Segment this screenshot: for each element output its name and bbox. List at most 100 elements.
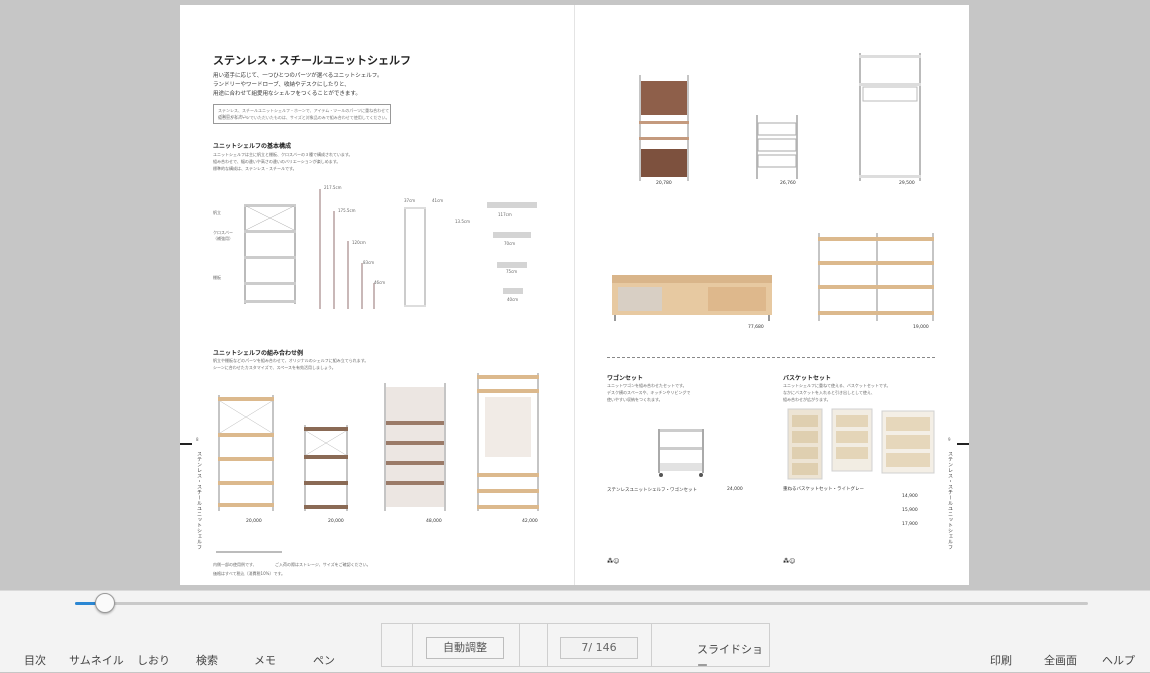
search-button[interactable]: 検索 [196, 652, 218, 668]
page-controls: 自動調整 7/ 146 スライドショー [381, 623, 770, 672]
wagon-image [658, 429, 704, 477]
post-frame-diagram [404, 207, 426, 307]
pen-button[interactable]: ペン [313, 652, 335, 668]
brand-mark: ⁂☺ [783, 558, 796, 565]
wagon-desc: デスク横のスペースや、キッチンやリビングで [607, 390, 691, 395]
brand-mark: ⁂☺ [607, 558, 620, 565]
basket-price: 17,900 [902, 522, 918, 527]
shelf-width-label: 75cm [506, 269, 518, 274]
divider [216, 551, 282, 553]
left-page-number: 8 [196, 437, 199, 442]
basic-desc: 標準的な構成は、ステンレス・スチールです。 [213, 166, 297, 171]
footer-note: ご入荷の際はストレージ、サイズをご確認ください。 [275, 562, 371, 567]
combo-price: 42,000 [522, 519, 538, 524]
viewer-stage: ステンレス・スチールユニットシェルフ 用い道手に応じて、一つひとつのパーツが選べ… [0, 0, 1150, 590]
left-page-tab [180, 443, 192, 445]
viewer-toolbar: 目次 サムネイル しおり 検索 メモ ペン 自動調整 7/ 146 スライドショ… [0, 618, 1150, 672]
help-button[interactable]: ヘルプ [1102, 652, 1135, 668]
combo-price: 20,000 [246, 519, 262, 524]
height-label: 46cm [374, 280, 386, 285]
print-button[interactable]: 印刷 [990, 652, 1012, 668]
product-price: 20,780 [656, 181, 672, 186]
combo-heading: ユニットシェルフの組み合わせ例 [213, 350, 304, 357]
depth-label: 13.5cm [455, 219, 471, 224]
height-label: 120cm [352, 240, 366, 245]
label-crossbar: クロスバー （補強用） [213, 230, 233, 241]
fullscreen-button[interactable]: 全画面 [1044, 652, 1077, 668]
bookmark-button[interactable]: しおり [137, 652, 170, 668]
right-page-tab [957, 443, 969, 445]
toc-button[interactable]: 目次 [24, 652, 46, 668]
height-label: 217.5cm [324, 185, 342, 190]
label-shelf: 棚板 [213, 275, 221, 280]
product-price: 29,500 [899, 181, 915, 186]
basket-price: 15,900 [902, 508, 918, 513]
left-side-text: ステンレス・スチールユニットシェルフ [196, 451, 202, 550]
section-divider [607, 357, 935, 358]
height-label: 83cm [363, 260, 375, 265]
combo-price: 20,000 [328, 519, 344, 524]
basket-desc: 組み合わせが広がります。 [783, 397, 831, 402]
divider [547, 624, 548, 666]
divider [412, 624, 413, 666]
right-page-number: 9 [948, 437, 951, 442]
note-box: ステンレス、スチールユニットシェルフ・ホーンで、アイテム・ツールのパーツに重ね合… [213, 104, 391, 124]
combo-desc: 帆立や棚板などのパーツを組み合わせて、オリジナルのシェルフに組み立てられます。 [213, 358, 369, 363]
wagon-desc: ユニットワゴンを組み合わせたセットです。 [607, 383, 687, 388]
shelf-width-label: 70cm [504, 241, 516, 246]
post-heights-diagram [319, 189, 375, 309]
page-title: ステンレス・スチールユニットシェルフ [213, 54, 411, 67]
lead-line: ランドリーやワードローブ、收納やデスクにしたりと、 [213, 82, 350, 88]
basket-desc: なかにバスケットを入れると引き出しとして使え、 [783, 390, 875, 395]
corner-shelf-image [818, 233, 934, 321]
footer-note: 内側一部の使用例です、 [213, 562, 257, 567]
wire-basket-shelf-image [756, 115, 798, 179]
product-price: 26,760 [780, 181, 796, 186]
basic-desc: 組み合わせで、幅の違いや高さの違いのバリエーションが楽しめます。 [213, 159, 341, 164]
divider [519, 624, 520, 666]
wagon-price: 24,000 [727, 487, 743, 492]
walnut-shelf-image [304, 425, 348, 511]
right-side-text: ステンレス・スチールユニットシェルフ [947, 451, 953, 550]
width-label: 41cm [432, 198, 444, 203]
thumbnail-button[interactable]: サムネイル [69, 652, 124, 668]
slideshow-button[interactable]: スライドショー [697, 641, 769, 673]
page-scrubber [0, 590, 1150, 618]
steel-tall-shelf-image [859, 53, 921, 181]
product-price: 77,680 [748, 325, 764, 330]
page-slider-thumb[interactable] [95, 593, 116, 613]
combo-price: 48,000 [426, 519, 442, 524]
wardrobe-shelf-image [477, 373, 539, 511]
basic-desc: ユニットシェルフは主に帆立と棚板、クロスバーの３種で構成されています。 [213, 152, 353, 157]
page-number-field[interactable]: 7/ 146 [560, 637, 638, 659]
page-slider-track[interactable] [75, 602, 1088, 605]
width-label: 37cm [404, 198, 416, 203]
divider [651, 624, 652, 666]
lead-line: 用い道手に応じて、一つひとつのパーツが選べるユニットシェルフ。 [213, 73, 383, 79]
shelf-width-label: 40cm [507, 297, 519, 302]
lead-line: 用途に合わせて組愛用なシェルフをつくることができます。 [213, 91, 361, 97]
shelf-width-label: 117cm [498, 212, 512, 217]
footer-note: 価格はすべて税込（消費税10%）です。 [213, 571, 286, 576]
shelf-structure-diagram [244, 204, 296, 304]
page-gutter [574, 5, 575, 585]
basket-name: 重ねるバスケットセット・ライトグレー [783, 487, 864, 492]
basket-desc: ユニットシェルフに重ねて使える、バスケットセットです。 [783, 383, 891, 388]
height-label: 175.5cm [338, 208, 356, 213]
label-post: 帆立 [213, 210, 221, 215]
basket-set-image [787, 408, 935, 480]
memo-button[interactable]: メモ [254, 652, 276, 668]
shelf-board-diagram [487, 202, 537, 294]
auto-fit-button[interactable]: 自動調整 [426, 637, 504, 659]
tv-board-image [612, 275, 772, 321]
oak-shelf-tall-image [218, 395, 274, 511]
note-line: 組合上がるパーツでいただいたものは、サイズと対象品のみで組み合わせて使用してくだ… [218, 115, 390, 120]
walnut-tall-shelf-image [639, 75, 689, 181]
panel-shelf-image [384, 383, 446, 511]
combo-desc: シーンに合わせたカスタマイズで、スペースを有効活用しましょう。 [213, 365, 336, 370]
basic-heading: ユニットシェルフの基本構成 [213, 143, 292, 150]
basket-heading: バスケットセット [783, 375, 832, 382]
product-price: 19,000 [913, 325, 929, 330]
basket-price: 14,900 [902, 494, 918, 499]
wagon-heading: ワゴンセット [607, 375, 644, 382]
